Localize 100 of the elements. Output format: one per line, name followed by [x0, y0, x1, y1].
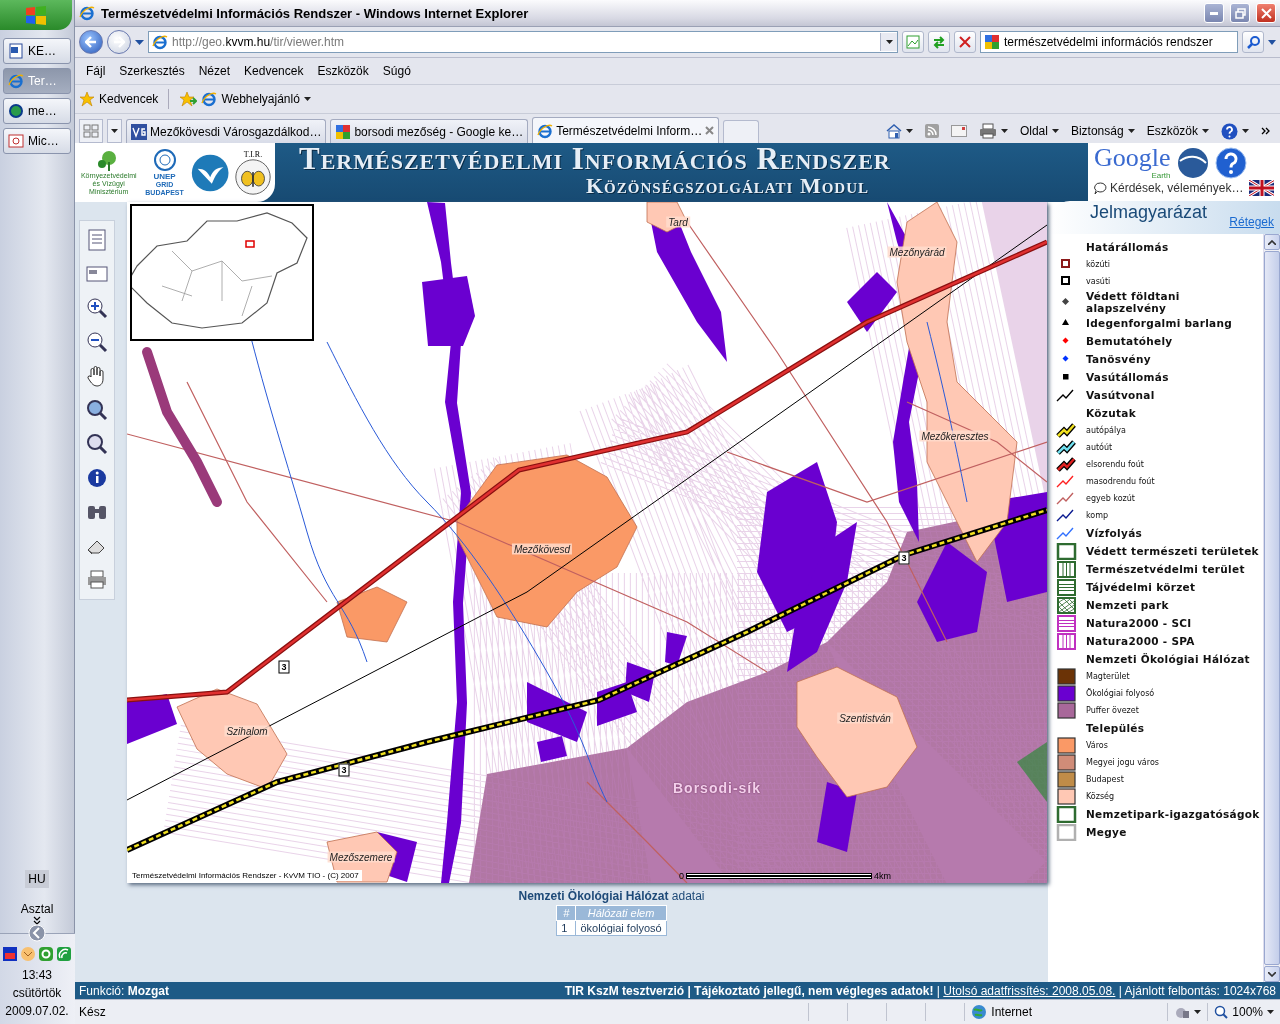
google-g-icon — [984, 34, 1000, 50]
caret-icon — [885, 40, 893, 44]
search-button[interactable] — [1242, 31, 1264, 53]
flag-icon[interactable] — [1249, 180, 1274, 196]
magnifier-icon — [85, 432, 109, 456]
earth-logo-text: Earth — [1151, 171, 1171, 180]
legend-label: vasúti — [1086, 277, 1111, 286]
command-menu[interactable]: Eszközök — [1146, 124, 1209, 138]
legend-label: Vízfolyás — [1086, 527, 1143, 539]
taskbar-button[interactable]: me… — [3, 98, 71, 124]
tab-list-button[interactable] — [107, 119, 122, 143]
feeds-button[interactable] — [924, 124, 939, 138]
legend-label: Puffer övezet — [1086, 706, 1139, 715]
browser-tab[interactable]: borsodi mezőség - Google ke… — [330, 119, 529, 143]
refresh-arrows-icon — [932, 35, 946, 49]
close-button[interactable] — [1256, 3, 1276, 23]
place-label: Tard — [666, 216, 690, 228]
help-button[interactable] — [1221, 122, 1249, 140]
google-logo-text[interactable]: Google — [1094, 145, 1171, 171]
legend-label: Település — [1086, 722, 1145, 734]
browser-tab[interactable]: Természetvédelmi Inform… — [532, 117, 720, 143]
window-title: Természetvédelmi Információs Rendszer - Windows Internet Explorer — [101, 5, 530, 21]
forward-button[interactable] — [107, 30, 131, 54]
table-cell: 1 — [556, 920, 576, 936]
legend-label: Natura2000 - SPA — [1086, 635, 1195, 647]
minimize-icon — [1210, 11, 1218, 15]
legend-label: Megye — [1086, 826, 1127, 838]
caret-icon — [1242, 129, 1249, 133]
unep-logo-text: UNEP — [153, 172, 176, 181]
command-menu[interactable]: Oldal — [1019, 124, 1059, 138]
legend-label: Város — [1086, 741, 1108, 750]
menu-item[interactable]: Kedvencek — [237, 64, 311, 78]
browser-e-icon — [8, 73, 24, 89]
menu-item[interactable]: Nézet — [191, 64, 238, 78]
feedback-link[interactable]: Kérdések, vélemények… — [1094, 181, 1244, 195]
mail-button[interactable] — [950, 125, 967, 137]
search-field[interactable]: természetvédelmi információs rendszer — [980, 31, 1238, 53]
road-number-sign: 3 — [338, 763, 350, 777]
legend-label: Natura2000 - SCI — [1086, 617, 1192, 629]
browser-tab[interactable]: Mezőkövesdi Városgazdálkod… — [126, 119, 327, 143]
legend-label: Vasútállomás — [1086, 371, 1169, 383]
home-button[interactable] — [885, 123, 913, 139]
globe-icon[interactable] — [1176, 146, 1209, 179]
legend-label: elsorendu foút — [1086, 460, 1144, 469]
scrollbar[interactable] — [1263, 234, 1280, 982]
left-arrow-icon — [85, 36, 97, 48]
globe-icon — [8, 103, 24, 119]
grid-icon — [83, 124, 99, 138]
menu-item[interactable]: Eszközök — [310, 64, 376, 78]
favorites-button[interactable]: Kedvencek — [79, 91, 159, 107]
right-arrow-icon — [113, 36, 125, 48]
close-tab-icon[interactable] — [705, 126, 715, 135]
menu-item[interactable]: Súgó — [375, 64, 418, 78]
restore-button[interactable] — [1230, 3, 1250, 23]
table-cell: ökológiai folyosó — [575, 920, 667, 936]
menu-item[interactable]: Fájl — [79, 64, 113, 78]
page-e-icon — [152, 34, 168, 50]
arcs-tray-icon[interactable] — [56, 946, 72, 962]
place-label: Mezőnyárád — [887, 246, 947, 258]
more-chevron-icon[interactable] — [1261, 127, 1270, 135]
legend-label: Ökológiai folyosó — [1086, 689, 1155, 698]
zoom-button[interactable]: 100% — [1207, 1003, 1280, 1021]
zoom-in-icon — [85, 296, 109, 320]
suggested-sites-button[interactable]: Webhelyajánló — [201, 91, 311, 107]
layers-link[interactable]: Rétegek — [1229, 215, 1274, 229]
map-drawing[interactable] — [127, 202, 1047, 883]
address-field[interactable]: http://geo.kvvm.hu/tir/viewer.htm — [148, 31, 898, 53]
menu-item[interactable]: Szerkesztés — [112, 64, 192, 78]
refresh-button[interactable] — [928, 31, 950, 53]
minimize-button[interactable] — [1204, 3, 1224, 23]
desktop-toolbar-label[interactable]: Asztal — [20, 902, 54, 916]
speech-bubble-icon — [1094, 181, 1107, 195]
taskbar-button[interactable]: KE… — [3, 38, 71, 64]
command-menu[interactable]: Biztonság — [1070, 124, 1135, 138]
taskbar-button[interactable]: Mic… — [3, 128, 71, 154]
help-icon[interactable] — [1214, 146, 1247, 179]
add-favorite-star-icon[interactable] — [179, 91, 198, 107]
search-options-caret-icon[interactable] — [1268, 39, 1276, 45]
start-button[interactable] — [0, 0, 72, 30]
language-indicator[interactable]: HU — [25, 870, 49, 888]
un-emblem-icon — [152, 148, 177, 172]
place-label: Szentistván — [837, 712, 893, 724]
history-caret-icon[interactable] — [135, 39, 144, 45]
clock-time[interactable]: 13:43 — [5, 966, 69, 984]
column-header: Hálózati elem — [575, 905, 667, 921]
zoom-out-icon — [85, 330, 109, 354]
browser-e-icon — [79, 5, 95, 21]
floppy-icon[interactable] — [2, 946, 18, 962]
search-icon — [1246, 35, 1260, 49]
update-link[interactable]: Utolsó adatfrissítés: 2008.05.08. — [943, 983, 1116, 998]
butterfly-emblem-icon — [235, 159, 271, 195]
stop-button[interactable] — [954, 31, 976, 53]
envelope-icon[interactable] — [20, 946, 36, 962]
legend-label: Tanösvény — [1086, 353, 1151, 365]
resolution-text: | Ajánlott felbontás: 1024x768 — [1118, 983, 1276, 998]
print-button[interactable] — [978, 123, 1008, 139]
vg-logo-icon — [131, 123, 147, 140]
browser-e-icon — [537, 122, 554, 139]
back-button[interactable] — [79, 30, 103, 54]
circle-tray-icon[interactable] — [38, 946, 54, 962]
